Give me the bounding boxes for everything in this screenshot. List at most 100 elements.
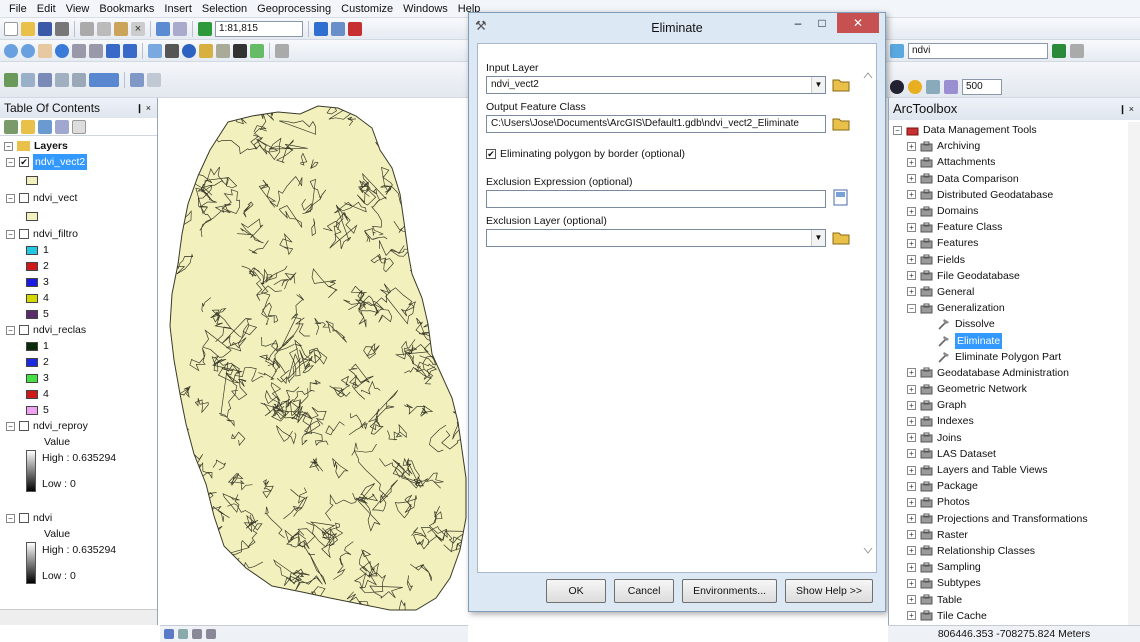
new-document-icon[interactable] — [4, 21, 18, 36]
zoom-out-icon[interactable] — [21, 43, 35, 58]
class-symbol-swatch[interactable] — [26, 277, 38, 287]
layout-tool-icon-2[interactable] — [147, 72, 161, 87]
map-scale-input[interactable]: 1:81,815 — [215, 20, 303, 37]
forward-extent-icon[interactable] — [123, 43, 137, 58]
toolset-label[interactable]: Table — [937, 592, 962, 608]
environments-button[interactable]: Environments... — [682, 579, 778, 603]
layer-name[interactable]: ndvi — [33, 510, 52, 526]
tool-eliminate-polygon-part[interactable]: Eliminate Polygon Part — [893, 349, 1126, 365]
expand-toggle[interactable]: + — [907, 222, 916, 232]
toolset-label[interactable]: Indexes — [937, 413, 974, 429]
expand-toggle[interactable]: + — [907, 497, 916, 507]
expand-toggle[interactable]: + — [907, 514, 916, 524]
expand-toggle[interactable]: + — [907, 271, 916, 281]
copy-icon[interactable] — [97, 21, 111, 36]
layer-tool-icon-6[interactable] — [89, 72, 119, 87]
toolset-projections-and-transformations[interactable]: + Projections and Transformations — [893, 511, 1126, 527]
html-popup-icon[interactable] — [199, 43, 213, 58]
expand-toggle[interactable]: + — [907, 416, 916, 426]
expand-toggle[interactable]: + — [907, 562, 916, 572]
class-symbol-swatch[interactable] — [26, 389, 38, 399]
restore-button[interactable]: □ — [811, 13, 833, 33]
toolset-photos[interactable]: + Photos — [893, 494, 1126, 510]
expand-toggle[interactable]: + — [907, 368, 916, 378]
expand-toggle[interactable]: + — [907, 611, 916, 621]
polygon-symbol-swatch[interactable] — [26, 175, 38, 185]
list-by-source-icon[interactable] — [21, 119, 35, 134]
exclusion-layer-select[interactable]: ▼ — [486, 229, 826, 247]
layer-name[interactable]: ndvi_vect — [33, 190, 77, 206]
list-by-selection-icon[interactable] — [55, 119, 69, 134]
collapse-toggle[interactable]: − — [6, 421, 15, 431]
redo-icon[interactable] — [173, 21, 187, 36]
menu-item-selection[interactable]: Selection — [197, 0, 252, 18]
expand-toggle[interactable]: + — [907, 400, 916, 410]
toolset-label[interactable]: Geometric Network — [937, 381, 1027, 397]
list-by-drawing-order-icon[interactable] — [4, 119, 18, 134]
toolset-label[interactable]: Photos — [937, 494, 970, 510]
toolset-file-geodatabase[interactable]: + File Geodatabase — [893, 268, 1126, 284]
save-icon[interactable] — [38, 21, 52, 36]
layer-tool-icon-2[interactable] — [21, 72, 35, 87]
menu-item-view[interactable]: View — [61, 0, 95, 18]
value-input[interactable]: 500 — [962, 79, 1002, 95]
expand-toggle[interactable]: + — [907, 384, 916, 394]
expand-toggle[interactable]: + — [907, 157, 916, 167]
layer-visibility-checkbox[interactable] — [19, 229, 29, 239]
go-to-xy-icon[interactable] — [250, 43, 264, 58]
delete-icon[interactable]: × — [131, 21, 145, 36]
toolset-graph[interactable]: + Graph — [893, 397, 1126, 413]
layout-view-icon[interactable] — [178, 629, 188, 639]
toolset-raster[interactable]: + Raster — [893, 527, 1126, 543]
back-extent-icon[interactable] — [106, 43, 120, 58]
toolset-label[interactable]: Raster — [937, 527, 968, 543]
toolset-relationship-classes[interactable]: + Relationship Classes — [893, 543, 1126, 559]
toolset-tile-cache[interactable]: + Tile Cache — [893, 608, 1126, 624]
toolset-indexes[interactable]: + Indexes — [893, 413, 1126, 429]
toolset-geometric-network[interactable]: + Geometric Network — [893, 381, 1126, 397]
toolset-subtypes[interactable]: + Subtypes — [893, 575, 1126, 591]
select-features-icon[interactable] — [148, 43, 162, 58]
toolset-joins[interactable]: + Joins — [893, 430, 1126, 446]
toolset-attachments[interactable]: + Attachments — [893, 154, 1126, 170]
toolset-label[interactable]: Package — [937, 478, 978, 494]
class-symbol-swatch[interactable] — [26, 341, 38, 351]
toolset-label[interactable]: Features — [937, 235, 978, 251]
expand-toggle[interactable]: + — [907, 449, 916, 459]
toolset-geodatabase-administration[interactable]: + Geodatabase Administration — [893, 365, 1126, 381]
class-symbol-swatch[interactable] — [26, 405, 38, 415]
toolset-label[interactable]: Tile Cache — [937, 608, 987, 624]
collapse-toggle[interactable]: − — [907, 303, 916, 313]
polygon-symbol-swatch[interactable] — [26, 211, 38, 221]
layer-name[interactable]: ndvi_reclas — [33, 322, 86, 338]
expand-toggle[interactable]: + — [907, 190, 916, 200]
chevron-down-icon[interactable]: ▼ — [811, 77, 825, 93]
zoom-in-icon[interactable] — [4, 43, 18, 58]
dialog-scrollbar[interactable] — [862, 48, 874, 566]
menu-item-windows[interactable]: Windows — [398, 0, 453, 18]
expand-toggle[interactable]: + — [907, 238, 916, 248]
collapse-toggle[interactable]: − — [6, 325, 15, 335]
close-button[interactable]: ✕ — [837, 13, 879, 33]
toolset-label[interactable]: Relationship Classes — [937, 543, 1035, 559]
tool-label[interactable]: Dissolve — [955, 316, 995, 332]
menu-item-bookmarks[interactable]: Bookmarks — [94, 0, 159, 18]
browse-folder-icon[interactable] — [832, 75, 850, 93]
toolset-general[interactable]: + General — [893, 284, 1126, 300]
browse-folder-icon[interactable] — [832, 228, 850, 246]
menu-item-file[interactable]: File — [4, 0, 32, 18]
toolset-feature-class[interactable]: + Feature Class — [893, 219, 1126, 235]
open-folder-icon[interactable] — [21, 21, 35, 36]
add-data-icon[interactable] — [198, 21, 212, 36]
expand-toggle[interactable]: + — [907, 141, 916, 151]
toolset-label[interactable]: Subtypes — [937, 575, 981, 591]
measure-icon[interactable] — [216, 43, 230, 58]
menu-item-edit[interactable]: Edit — [32, 0, 61, 18]
layer-visibility-checkbox[interactable] — [19, 513, 29, 523]
paste-icon[interactable] — [114, 21, 128, 36]
toolset-generalization-label[interactable]: Generalization — [937, 300, 1005, 316]
cancel-button[interactable]: Cancel — [614, 579, 675, 603]
effects-icon-2[interactable] — [944, 80, 958, 94]
toolset-label[interactable]: Distributed Geodatabase — [937, 187, 1053, 203]
minimize-button[interactable]: – — [787, 13, 809, 33]
